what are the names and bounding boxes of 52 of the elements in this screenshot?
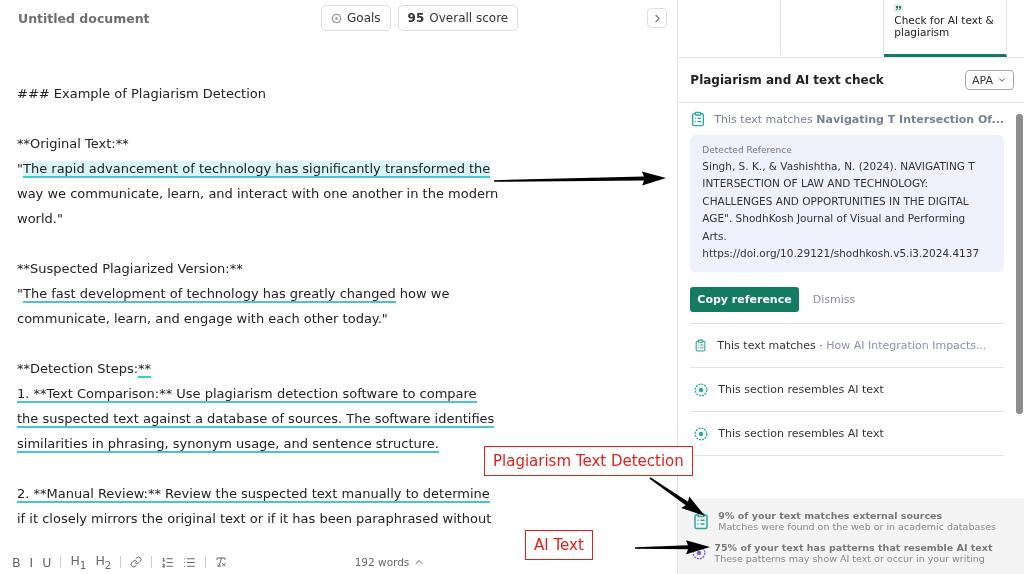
summary-title: 9% of your text matches external sources (718, 510, 944, 521)
document-line: 1. **Text Comparison:** Use plagiarism detection software to compare (17, 385, 477, 405)
document-line: way we communicate, learn, and interact with one another in the modern (17, 185, 499, 203)
format-button[interactable]: H$_{1}$ (70, 553, 87, 571)
bullet-list-icon[interactable] (183, 555, 197, 569)
clipboard-icon (690, 111, 707, 127)
target-icon (331, 12, 342, 24)
reference-label: Detected Reference (702, 145, 793, 155)
ai-chip-icon (694, 426, 709, 441)
dismiss-button[interactable]: Dismiss (812, 293, 856, 307)
document-line: "The fast development of technology has greatly changed how we (17, 285, 450, 305)
ordered-list-icon[interactable] (161, 555, 175, 569)
panel-tab[interactable]: Check for AI text & plagiarism (884, 0, 1008, 57)
format-button[interactable]: H$_{2}$ (95, 553, 112, 571)
annotation-label: AI Text (525, 530, 593, 560)
document-line: if it closely mirrors the original text or if it has been paraphrased without (17, 510, 492, 528)
match-summary: This text matches Navigating T Intersection Of... (714, 112, 1004, 126)
format-button[interactable]: U (42, 554, 52, 570)
reference-text: Singh, S. K., & Vashishtha, N. (2024). NAVIGATING T INTERSECTION OF LAW AND TECHNOLOGY: CHALLENGES AND OPPORTUNITIES IN THE DIGITAL AGE". ShodhKosh Journal of Visual and Performing Arts. https://doi.org/10.29121/shodhkosh.v5.i3.2024.4137 (702, 159, 981, 262)
ai-chip-icon (694, 382, 709, 397)
word-count-button[interactable]: 192 words (354, 556, 426, 568)
clear-format-icon[interactable] (215, 556, 228, 568)
panel-title: Plagiarism and AI text check (690, 73, 884, 87)
quote-icon (894, 4, 904, 12)
clipboard-icon (692, 512, 711, 530)
citation-style-dropdown[interactable]: APA (965, 70, 1014, 90)
clipboard-icon (694, 339, 708, 353)
document-line: **Suspected Plagiarized Version:** (17, 260, 243, 278)
summary-title: 75% of your text has patterns that resemble AI text (714, 542, 993, 553)
format-button[interactable]: B (12, 554, 21, 570)
document-line: **Original Text:** (17, 135, 129, 153)
copy-reference-button[interactable]: Copy reference (690, 287, 799, 313)
document-title: Untitled document (18, 10, 151, 26)
document-line: similarities in phrasing, synonym usage, and sentence structure. (17, 435, 439, 455)
document-line: 2. **Manual Review:** Review the suspected text manually to determine (17, 485, 490, 505)
summary-detail: Matches were found on the web or in academic databases (718, 521, 996, 532)
caret-down-icon (997, 75, 1007, 85)
document-line: ### Example of Plagiarism Detection (17, 85, 266, 103)
chevron-right-icon[interactable] (647, 8, 668, 28)
document-line: the suspected text against a database of sources. The software identifies (17, 410, 495, 430)
document-line: "The rapid advancement of technology has significantly transformed the (17, 160, 491, 180)
link-icon[interactable] (130, 556, 143, 568)
format-button[interactable]: I (29, 554, 34, 570)
arrow (649, 477, 705, 516)
document-line: **Detection Steps:** (17, 360, 152, 380)
goals-button[interactable]: Goals (321, 5, 391, 31)
document-line: communicate, learn, and engage with each other today." (17, 310, 388, 328)
annotation-label: Plagiarism Text Detection (484, 446, 693, 476)
summary-detail: These patterns may show AI text or occur in your writing (714, 553, 986, 564)
overall-score-button[interactable]: 95 Overall score (397, 5, 519, 31)
ai-chip-icon (692, 546, 707, 560)
document-line: world." (17, 210, 63, 228)
